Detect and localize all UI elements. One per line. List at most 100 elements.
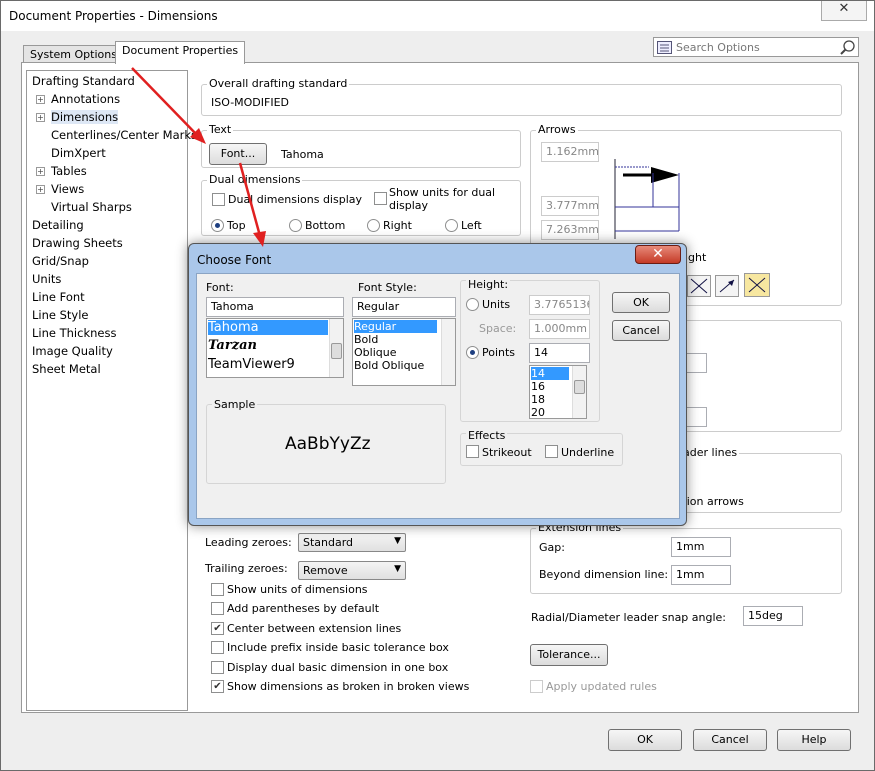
show-units-dual-checkbox[interactable] [374, 192, 387, 205]
font-style-list[interactable]: Regular Bold Oblique Bold Oblique [352, 318, 456, 386]
beyond-dimension-field[interactable]: 1mm [671, 565, 731, 585]
search-options-box[interactable]: Search Options [653, 37, 859, 57]
leading-zeroes-label: Leading zeroes: [205, 536, 292, 549]
show-units-checkbox[interactable] [211, 583, 224, 596]
radial-snap-field[interactable]: 15deg [743, 606, 803, 626]
font-list-item[interactable]: TeamViewer9 [208, 357, 295, 372]
tree-item-views[interactable]: Views [51, 182, 84, 196]
tree-item-dimxpert[interactable]: DimXpert [51, 146, 106, 160]
tree-item-image-quality[interactable]: Image Quality [32, 344, 113, 358]
chevron-down-icon: ▼ [394, 564, 401, 574]
font-cancel-button[interactable]: Cancel [612, 320, 670, 341]
radio-top[interactable] [211, 219, 224, 232]
font-list[interactable]: Tahoma Tarzan TeamViewer9 [206, 318, 344, 378]
radio-bottom-label: Bottom [305, 219, 346, 232]
tree-item-detailing[interactable]: Detailing [32, 218, 84, 232]
sample-text: AaBbYyZz [285, 434, 371, 454]
tree-item-units[interactable]: Units [32, 272, 61, 286]
arrow-length-field[interactable]: 7.263mm [541, 220, 599, 240]
tree-item-grid-snap[interactable]: Grid/Snap [32, 254, 89, 268]
center-extension-checkbox[interactable]: ✔ [211, 622, 224, 635]
window-close-button[interactable]: ✕ [821, 1, 867, 21]
tree-item-line-font[interactable]: Line Font [32, 290, 85, 304]
expand-icon[interactable]: + [36, 185, 45, 194]
search-icon[interactable] [840, 40, 856, 56]
leader-lines-label: ader lines [681, 446, 740, 459]
tree-item-drawing-sheets[interactable]: Drawing Sheets [32, 236, 123, 250]
ok-button[interactable]: OK [608, 729, 682, 751]
units-radio[interactable] [466, 298, 479, 311]
units-field[interactable]: 3.7765136 [529, 295, 590, 315]
arrow-height-field[interactable]: 1.162mm [541, 142, 599, 162]
tree-item-centerlines[interactable]: Centerlines/Center Marks [51, 128, 197, 142]
offset-field-2[interactable] [685, 407, 707, 427]
broken-views-label: Show dimensions as broken in broken view… [227, 680, 470, 693]
expand-icon[interactable]: + [36, 167, 45, 176]
broken-views-checkbox[interactable]: ✔ [211, 680, 224, 693]
dual-display-checkbox[interactable] [212, 193, 225, 206]
tree-item-line-thickness[interactable]: Line Thickness [32, 326, 116, 340]
expand-icon[interactable]: + [36, 113, 45, 122]
tree-item-sheet-metal[interactable]: Sheet Metal [32, 362, 101, 376]
tab-document-properties[interactable]: Document Properties [115, 41, 246, 64]
tree-item-virtual-sharps[interactable]: Virtual Sharps [51, 200, 132, 214]
radio-left-label: Left [461, 219, 482, 232]
arrow-style-inside-icon[interactable] [715, 275, 739, 297]
points-item[interactable]: 14 [531, 367, 569, 380]
space-field[interactable]: 1.000mm [529, 319, 590, 339]
points-item[interactable]: 16 [531, 380, 545, 393]
underline-checkbox[interactable] [545, 445, 558, 458]
tree-item-dimensions[interactable]: Dimensions [51, 110, 119, 124]
dialog-close-button[interactable]: ✕ [635, 245, 681, 264]
radio-left[interactable] [445, 219, 458, 232]
arrow-width-field[interactable]: 3.777mm [541, 196, 599, 216]
chevron-down-icon: ▼ [394, 536, 401, 546]
points-item[interactable]: 18 [531, 393, 545, 406]
strikeout-checkbox[interactable] [466, 445, 479, 458]
arrow-style-smart-icon[interactable] [744, 273, 770, 297]
font-style-input[interactable]: Regular [352, 297, 456, 317]
points-list[interactable]: 14 16 18 20 [529, 365, 587, 419]
add-parentheses-checkbox[interactable] [211, 602, 224, 615]
font-style-item[interactable]: Regular [354, 320, 437, 333]
cancel-button[interactable]: Cancel [693, 729, 767, 751]
search-input[interactable]: Search Options [676, 41, 760, 54]
font-list-scrollbar[interactable] [329, 319, 343, 377]
font-style-item[interactable]: Oblique [354, 346, 396, 359]
points-radio[interactable] [466, 346, 479, 359]
font-style-item[interactable]: Bold Oblique [354, 359, 424, 372]
radio-bottom[interactable] [289, 219, 302, 232]
dual-basic-checkbox[interactable] [211, 661, 224, 674]
offset-field-1[interactable] [685, 353, 707, 373]
font-list-item[interactable]: Tahoma [208, 320, 328, 335]
font-style-item[interactable]: Bold [354, 333, 378, 346]
arrow-style-outside-icon[interactable] [687, 275, 711, 297]
points-scrollbar[interactable] [572, 366, 586, 418]
scrollbar-thumb[interactable] [574, 380, 585, 394]
points-item[interactable]: 20 [531, 406, 545, 418]
tab-system-options[interactable]: System Options [23, 45, 124, 63]
gap-field[interactable]: 1mm [671, 537, 731, 557]
font-style-scrollbar[interactable] [441, 319, 455, 385]
font-input[interactable]: Tahoma [206, 297, 344, 317]
tolerance-button[interactable]: Tolerance... [530, 644, 608, 666]
scrollbar-thumb[interactable] [331, 343, 342, 359]
points-field[interactable]: 14 [529, 343, 590, 363]
radio-right[interactable] [367, 219, 380, 232]
include-prefix-checkbox[interactable] [211, 641, 224, 654]
tree-item-drafting-standard[interactable]: Drafting Standard [32, 74, 135, 88]
trailing-zeroes-label: Trailing zeroes: [205, 562, 288, 575]
trailing-zeroes-value: Remove [303, 564, 348, 577]
title-bar: Document Properties - Dimensions ✕ [1, 1, 874, 31]
tree-item-line-style[interactable]: Line Style [32, 308, 89, 322]
expand-icon[interactable]: + [36, 95, 45, 104]
apply-updated-rules-checkbox[interactable] [530, 680, 543, 693]
trailing-zeroes-select[interactable]: Remove ▼ [298, 561, 406, 580]
tree-item-tables[interactable]: Tables [51, 164, 87, 178]
font-button[interactable]: Font... [209, 143, 267, 165]
font-list-item[interactable]: Tarzan [208, 338, 257, 353]
help-button[interactable]: Help [777, 729, 851, 751]
font-ok-button[interactable]: OK [612, 292, 670, 313]
tree-item-annotations[interactable]: Annotations [51, 92, 120, 106]
leading-zeroes-select[interactable]: Standard ▼ [298, 533, 406, 552]
